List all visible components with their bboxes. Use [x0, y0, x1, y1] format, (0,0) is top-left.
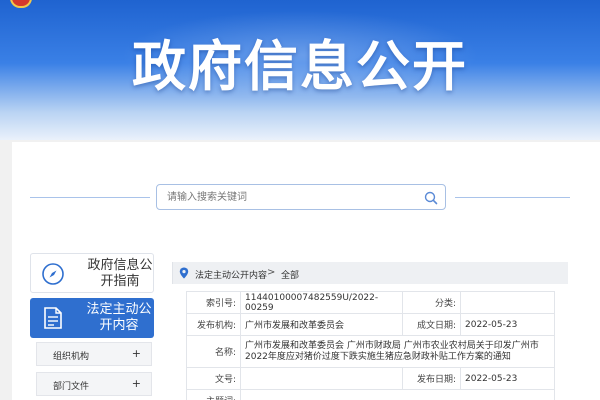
nav-active-item[interactable]: 法定主动公开内容: [30, 298, 154, 338]
document-icon: [44, 307, 62, 329]
nav-sub-label: 部门文件: [53, 382, 90, 392]
page-title: 政府信息公开: [132, 35, 468, 98]
created-date-label: 成文日期:: [402, 313, 461, 336]
publisher-value: 广州市发展和改革委员会: [240, 313, 403, 336]
expand-plus-icon[interactable]: +: [132, 377, 141, 390]
table-row: 名称: 广州市发展和改革委员会 广州市财政局 广州市农业农村局关于印发广州市20…: [186, 335, 555, 368]
document-name-value: 广州市发展和改革委员会 广州市财政局 广州市农业农村局关于印发广州市2022年度…: [240, 335, 555, 368]
index-label: 索引号:: [186, 291, 241, 314]
compass-icon: [42, 263, 64, 285]
category-label: 分类:: [402, 291, 461, 314]
subject-value: [240, 389, 555, 400]
expand-plus-icon[interactable]: +: [132, 347, 141, 360]
nav-active-label: 法定主动公开内容: [86, 302, 152, 333]
location-pin-icon: [179, 267, 189, 279]
search-divider-right: [455, 197, 570, 198]
nav-guide-item[interactable]: 政府信息公开指南: [30, 253, 154, 293]
breadcrumb-current[interactable]: 全部: [281, 268, 299, 281]
nav-guide-label: 政府信息公开指南: [87, 258, 153, 289]
published-date-label: 发布日期:: [402, 367, 461, 390]
search-divider-left: [30, 197, 150, 198]
breadcrumb: 法定主动公开内容 > 全部: [172, 262, 568, 284]
breadcrumb-link[interactable]: 法定主动公开内容: [195, 268, 267, 281]
nav-sub-item-docs[interactable]: 部门文件 +: [36, 372, 152, 396]
search-box: [156, 184, 446, 210]
search-icon[interactable]: [423, 190, 439, 206]
breadcrumb-separator: >: [267, 267, 276, 278]
header-banner: 政府信息公开: [0, 0, 600, 140]
name-label: 名称:: [186, 335, 241, 368]
publisher-label: 发布机构:: [186, 313, 241, 336]
table-row: 索引号: 11440100007482559U/2022-00259 分类:: [186, 291, 555, 314]
search-input[interactable]: [157, 185, 417, 209]
doc-number-label: 文号:: [186, 367, 241, 390]
published-date-value: 2022-05-23: [460, 367, 555, 390]
document-info-table: 索引号: 11440100007482559U/2022-00259 分类: 发…: [186, 291, 555, 400]
category-value: [460, 291, 555, 314]
table-row: 文号: 发布日期: 2022-05-23: [186, 367, 555, 390]
table-row: 发布机构: 广州市发展和改革委员会 成文日期: 2022-05-23: [186, 313, 555, 336]
nav-sub-label: 组织机构: [53, 352, 90, 362]
doc-number-value: [240, 367, 403, 390]
index-value: 11440100007482559U/2022-00259: [240, 291, 403, 314]
nav-sub-item-org[interactable]: 组织机构 +: [36, 342, 152, 366]
created-date-value: 2022-05-23: [460, 313, 555, 336]
subject-label: 主题词:: [186, 389, 241, 400]
national-emblem-icon: [10, 0, 32, 8]
table-row: 主题词:: [186, 389, 555, 400]
